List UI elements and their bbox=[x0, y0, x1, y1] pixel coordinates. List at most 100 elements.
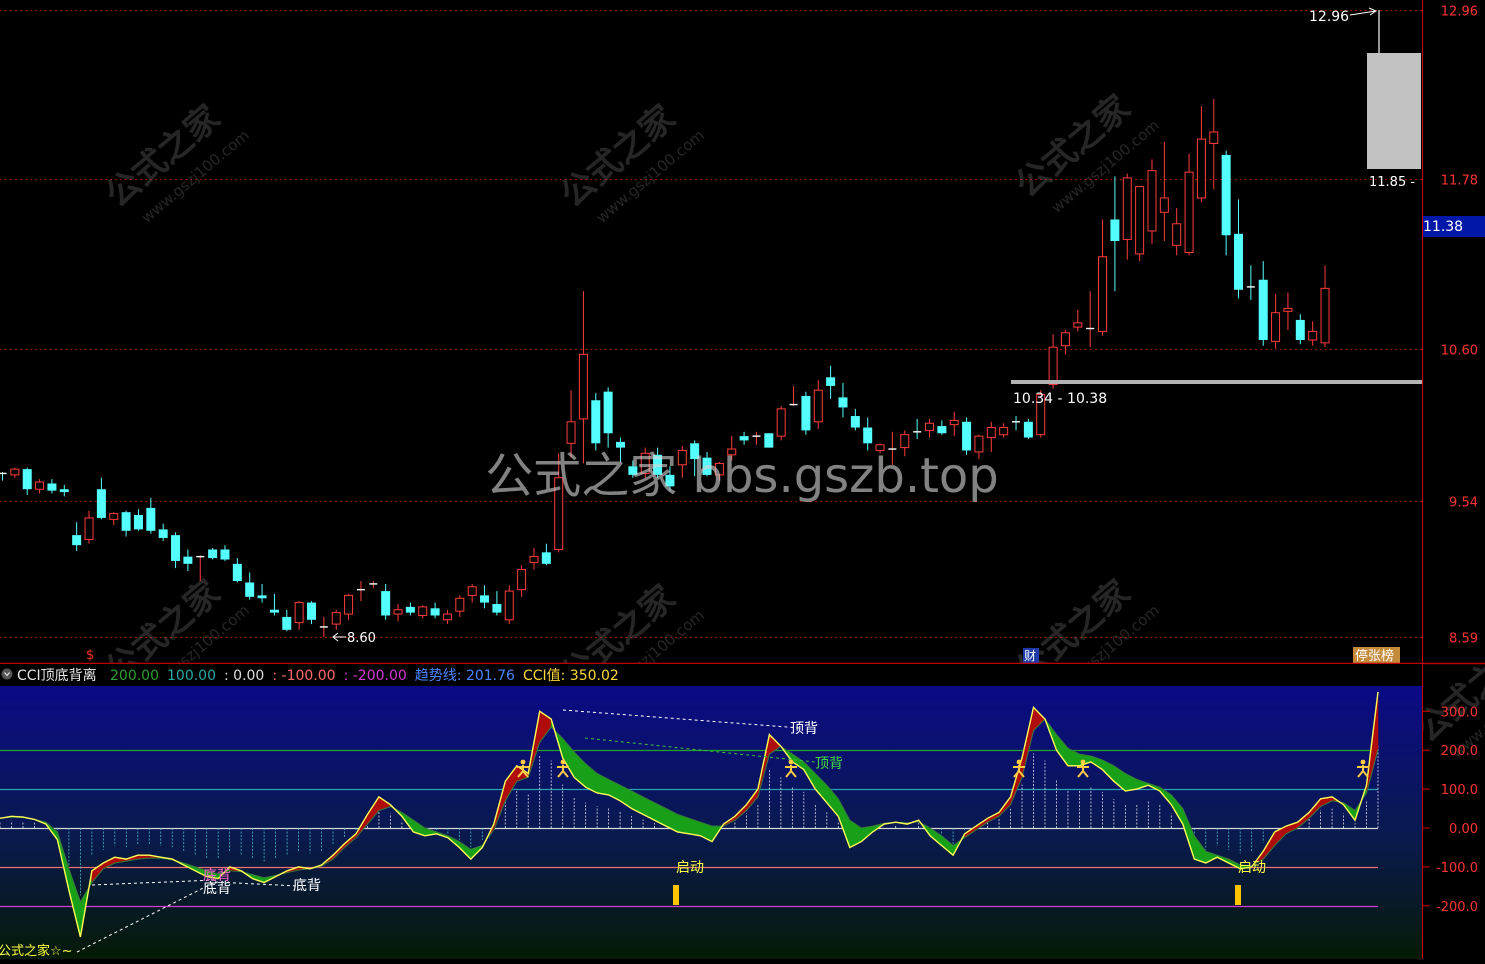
projection-box bbox=[1367, 53, 1421, 169]
candle-body bbox=[578, 353, 588, 420]
candle-body bbox=[826, 377, 836, 386]
current-price-label: 11.38 bbox=[1423, 219, 1463, 235]
candle-body bbox=[937, 426, 947, 434]
candle-body bbox=[47, 483, 57, 491]
candle-body bbox=[949, 419, 959, 426]
candle-body bbox=[863, 427, 873, 444]
candle-body bbox=[925, 422, 934, 431]
cci-axis-label: 0.00 bbox=[1449, 822, 1478, 837]
candle-body bbox=[183, 556, 193, 564]
candle-body bbox=[10, 468, 20, 476]
candle-body bbox=[232, 563, 242, 582]
start-signal-label: 启动 bbox=[676, 860, 704, 876]
candle-body bbox=[1159, 197, 1169, 213]
cci-axis-label: 300.0 bbox=[1441, 705, 1478, 720]
candle-body bbox=[455, 597, 465, 612]
cci-axis-label: 100.0 bbox=[1441, 783, 1478, 798]
cci-axis-label: 200.0 bbox=[1441, 744, 1478, 759]
main-watermark: 公式之家 bbs.gszb.top bbox=[485, 448, 999, 504]
cci-axis-label: -100.0 bbox=[1436, 861, 1478, 876]
chart-canvas[interactable]: 公式之家www.gszj100.com 公式之家www.gszj100.com 公式… bbox=[0, 0, 1485, 959]
candle-body bbox=[900, 434, 910, 449]
candle-body bbox=[269, 609, 279, 613]
indicator-value: : -200.00 bbox=[344, 668, 407, 684]
candle-body bbox=[591, 400, 601, 444]
indicator-title-bar: CCI顶底背离 200.00 100.00: 0.00: -100.00: -20… bbox=[0, 664, 1422, 686]
candle-body bbox=[220, 549, 230, 560]
candle-body bbox=[1172, 223, 1182, 246]
person-icon-head bbox=[520, 759, 526, 765]
candle-body bbox=[999, 427, 1009, 436]
candle-body bbox=[764, 433, 774, 448]
candle-body bbox=[1258, 279, 1268, 340]
candle-body bbox=[22, 469, 32, 490]
candle bbox=[504, 585, 514, 625]
candle-body bbox=[1234, 233, 1243, 290]
low-marker-label: 8.60 bbox=[347, 631, 376, 646]
candle-body bbox=[739, 436, 749, 441]
candle-body bbox=[158, 529, 168, 538]
price-panel[interactable]: 公式之家www.gszj100.com 公式之家www.gszj100.com 公式… bbox=[0, 0, 1485, 770]
indicator-value: CCI值: 350.02 bbox=[523, 668, 619, 684]
candle-body bbox=[492, 604, 502, 613]
candle-body bbox=[566, 421, 576, 444]
finance-tag: 财 bbox=[1024, 649, 1036, 663]
indicator-title: CCI顶底背离 bbox=[17, 667, 97, 684]
candle-body bbox=[393, 609, 403, 615]
bottom-divergence-label: 底背 bbox=[203, 881, 231, 897]
candle-body bbox=[35, 481, 45, 490]
candle-body bbox=[1147, 170, 1157, 232]
candle-body bbox=[146, 507, 156, 531]
cci-axis-label: -200.0 bbox=[1436, 900, 1478, 915]
price-axis-label: 11.78 bbox=[1441, 174, 1478, 189]
candle-body bbox=[504, 590, 514, 621]
candle-body bbox=[603, 391, 613, 434]
candle-body bbox=[1320, 287, 1330, 344]
candle-body bbox=[307, 602, 316, 620]
candle bbox=[1135, 185, 1145, 262]
start-signal-bar bbox=[1235, 885, 1241, 905]
candle-body bbox=[1221, 154, 1231, 236]
candle bbox=[801, 391, 811, 435]
candle-body bbox=[1023, 421, 1033, 438]
price-axis: 12.96 11.78 10.60 9.54 8.59 bbox=[1422, 0, 1478, 959]
candle-body bbox=[1271, 312, 1281, 342]
candle-body bbox=[282, 616, 292, 630]
price-axis-label: 10.60 bbox=[1441, 344, 1478, 359]
candle bbox=[1147, 159, 1157, 244]
candle bbox=[776, 406, 786, 441]
candle bbox=[208, 548, 218, 560]
candle-body bbox=[344, 594, 354, 615]
candle-body bbox=[405, 606, 415, 613]
candle-body bbox=[1184, 171, 1194, 253]
bottom-tag-dollar: $ bbox=[86, 648, 94, 663]
person-icon-head bbox=[1080, 759, 1086, 765]
candle-body bbox=[430, 608, 440, 616]
candle-body bbox=[838, 397, 848, 408]
candle-body bbox=[133, 515, 143, 530]
candle-body bbox=[986, 427, 996, 439]
candle-body bbox=[1098, 256, 1108, 332]
candle-body bbox=[171, 535, 181, 561]
start-signal-bar bbox=[673, 885, 679, 905]
indicator-value: 100.00 bbox=[167, 668, 216, 684]
support-line bbox=[1011, 380, 1422, 384]
bottom-divergence-label: 底背 bbox=[293, 878, 321, 894]
candle-body bbox=[109, 513, 119, 520]
candle-body bbox=[121, 512, 131, 531]
candle-body bbox=[813, 389, 823, 423]
candle-body bbox=[541, 552, 551, 564]
cci-indicator-panel[interactable]: 顶背顶背底背底背 底背启动 启动公式之家☆~ 300.0200.0100.00.00… bbox=[0, 686, 1478, 959]
candle-body bbox=[529, 556, 539, 563]
indicator-footer-label: 公式之家☆~ bbox=[0, 943, 73, 959]
indicator-collapse-icon[interactable] bbox=[1, 668, 13, 680]
price-axis-label: 8.59 bbox=[1449, 632, 1478, 647]
indicator-value: 200.00 bbox=[110, 668, 159, 684]
candle-body bbox=[59, 489, 69, 493]
candle-body bbox=[1209, 131, 1219, 144]
candle-body bbox=[616, 441, 625, 448]
candle-body bbox=[245, 582, 255, 597]
candle-body bbox=[801, 395, 811, 431]
candle-body bbox=[517, 569, 527, 591]
limit-up-tag: 停张榜 bbox=[1355, 648, 1394, 664]
